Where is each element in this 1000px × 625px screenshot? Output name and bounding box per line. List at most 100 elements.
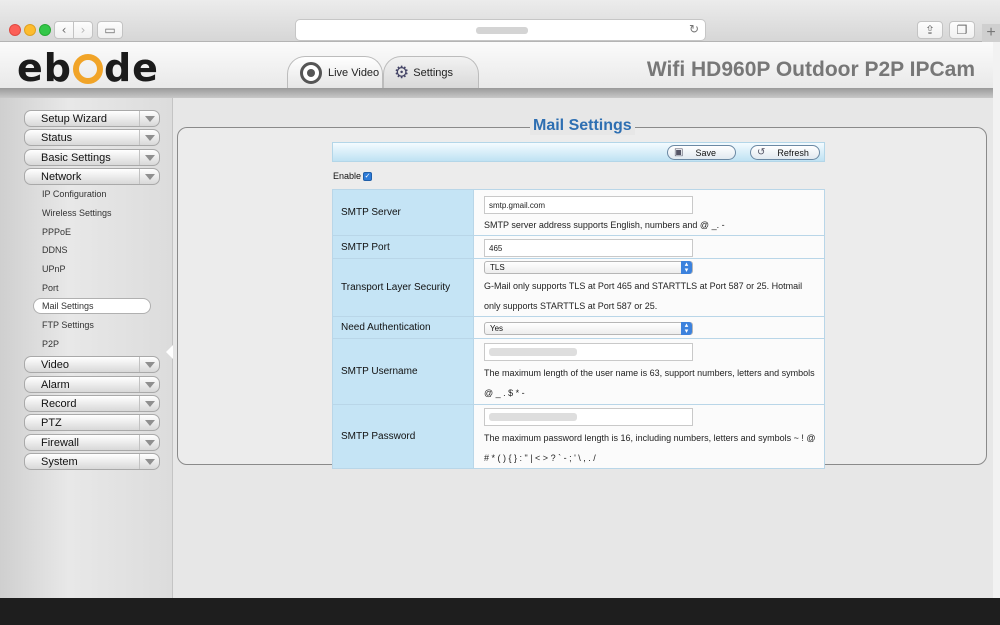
sidebar-item-upnp[interactable]: UPnP [42, 264, 66, 274]
window-maximize-button[interactable] [39, 24, 51, 36]
tls-label: Transport Layer Security [332, 258, 474, 317]
smtp-username-hint: The maximum length of the user name is 6… [484, 368, 815, 398]
header-band [0, 88, 993, 98]
brand-logo: eb de [17, 46, 159, 90]
mail-settings-form: SMTP Server smtp.gmail.com SMTP server a… [332, 189, 825, 469]
chevron-down-icon [139, 357, 159, 372]
tls-cell: TLS ▴ ▾ G-Mail only supports TLS at Port 4… [473, 258, 825, 317]
menu-firewall[interactable]: Firewall [24, 434, 160, 451]
sidebar-item-wireless-settings[interactable]: Wireless Settings [42, 208, 112, 218]
enable-row: Enable ✓ [333, 171, 373, 181]
active-item-pointer [166, 345, 173, 359]
table-row: SMTP Username The maximum length of the … [332, 338, 825, 405]
app-header: eb de Live Video ⚙ Settings Wifi HD960P O… [0, 42, 993, 90]
smtp-server-cell: smtp.gmail.com SMTP server address suppo… [473, 189, 825, 236]
redacted-value [489, 348, 577, 356]
floppy-disk-icon: ▣ [674, 147, 684, 158]
enable-label: Enable [333, 171, 362, 181]
page-scrollbar[interactable] [993, 42, 1000, 598]
show-tabs-button[interactable]: ❐ [949, 21, 975, 39]
chevron-down-icon [139, 415, 159, 430]
back-button[interactable]: ‹ [54, 21, 74, 39]
share-button[interactable]: ⇪ [917, 21, 943, 39]
web-page: eb de Live Video ⚙ Settings Wifi HD960P O… [0, 42, 993, 598]
address-bar[interactable]: ↻ [295, 19, 706, 41]
window-close-button[interactable] [9, 24, 21, 36]
menu-alarm[interactable]: Alarm [24, 376, 160, 393]
tab-settings-label: Settings [413, 66, 453, 79]
main-content: Mail Settings ▣ Save ↺ Refresh Enable ✓ … [174, 98, 993, 598]
gears-icon: ⚙ [394, 62, 410, 83]
save-button[interactable]: ▣ Save [667, 145, 736, 160]
sidebar-toggle-button[interactable]: ▭ [97, 21, 123, 39]
table-row: SMTP Port 465 [332, 235, 825, 259]
smtp-password-input[interactable] [484, 408, 693, 426]
tab-live-video-label: Live Video [328, 66, 380, 79]
menu-record[interactable]: Record [24, 395, 160, 412]
sidebar-item-port[interactable]: Port [42, 283, 59, 293]
chevron-down-icon [139, 377, 159, 392]
menu-system[interactable]: System [24, 453, 160, 470]
form-toolbar: ▣ Save ↺ Refresh [332, 142, 825, 162]
refresh-button[interactable]: ↺ Refresh [750, 145, 820, 160]
tab-live-video[interactable]: Live Video [287, 56, 383, 88]
menu-video[interactable]: Video [24, 356, 160, 373]
table-row: SMTP Password The maximum password lengt… [332, 404, 825, 469]
share-icon: ⇪ [924, 23, 936, 37]
smtp-password-hint: The maximum password length is 16, inclu… [484, 433, 816, 463]
smtp-username-cell: The maximum length of the user name is 6… [473, 338, 825, 405]
sidebar-item-ftp-settings[interactable]: FTP Settings [42, 320, 94, 330]
smtp-port-cell: 465 [473, 235, 825, 259]
menu-ptz[interactable]: PTZ [24, 414, 160, 431]
settings-sidebar: Setup Wizard Status Basic Settings Netwo… [0, 98, 173, 598]
webcam-icon [300, 61, 322, 84]
table-row: Need Authentication Yes ▴ ▾ [332, 316, 825, 339]
chevron-down-icon [139, 435, 159, 450]
enable-checkbox[interactable]: ✓ [363, 171, 373, 181]
smtp-password-cell: The maximum password length is 16, inclu… [473, 404, 825, 469]
plus-icon: + [986, 24, 996, 41]
chevron-left-icon: ‹ [61, 23, 67, 37]
chevron-down-icon [139, 150, 159, 165]
tabs-icon: ❐ [956, 23, 968, 37]
chevron-right-icon: › [80, 23, 86, 37]
tls-select[interactable]: TLS ▴ ▾ [484, 260, 693, 274]
need-auth-label: Need Authentication [332, 316, 474, 339]
menu-setup-wizard[interactable]: Setup Wizard [24, 110, 160, 127]
sidebar-item-p2p[interactable]: P2P [42, 339, 59, 349]
sidebar-item-ddns[interactable]: DDNS [42, 245, 68, 255]
smtp-password-label: SMTP Password [332, 404, 474, 469]
sidebar-item-mail-settings[interactable]: Mail Settings [33, 298, 151, 314]
new-tab-button[interactable]: + [982, 24, 1000, 42]
smtp-server-label: SMTP Server [332, 189, 474, 236]
window-bottom [0, 598, 1000, 625]
sidebar-item-ip-configuration[interactable]: IP Configuration [42, 189, 106, 199]
chevron-down-icon [139, 169, 159, 184]
mail-settings-panel: Mail Settings ▣ Save ↺ Refresh Enable ✓ … [177, 117, 987, 469]
device-title: Wifi HD960P Outdoor P2P IPCam [646, 58, 975, 81]
blurred-url [476, 27, 528, 34]
table-row: Transport Layer Security TLS ▴ ▾ G-Mail on… [332, 258, 825, 317]
chevron-down-icon [139, 396, 159, 411]
select-arrows-icon: ▴ ▾ [681, 321, 692, 335]
menu-network[interactable]: Network [24, 168, 160, 185]
select-arrows-icon: ▴ ▾ [681, 260, 692, 274]
reload-icon[interactable]: ↻ [689, 22, 699, 36]
page-title: Mail Settings [530, 117, 635, 135]
logo-o-ring [72, 54, 103, 84]
menu-status[interactable]: Status [24, 129, 160, 146]
smtp-username-input[interactable] [484, 343, 693, 361]
chevron-down-icon [139, 130, 159, 145]
sidebar-item-pppoe[interactable]: PPPoE [42, 227, 71, 237]
menu-basic-settings[interactable]: Basic Settings [24, 149, 160, 166]
refresh-arrow-icon: ↺ [757, 147, 766, 158]
smtp-port-input[interactable]: 465 [484, 239, 693, 257]
smtp-port-label: SMTP Port [332, 235, 474, 259]
forward-button[interactable]: › [73, 21, 93, 39]
smtp-server-input[interactable]: smtp.gmail.com [484, 196, 693, 214]
need-auth-cell: Yes ▴ ▾ [473, 316, 825, 339]
need-auth-select[interactable]: Yes ▴ ▾ [484, 321, 693, 335]
tab-settings[interactable]: ⚙ Settings [383, 56, 479, 88]
smtp-server-hint: SMTP server address supports English, nu… [484, 220, 725, 230]
window-minimize-button[interactable] [24, 24, 36, 36]
